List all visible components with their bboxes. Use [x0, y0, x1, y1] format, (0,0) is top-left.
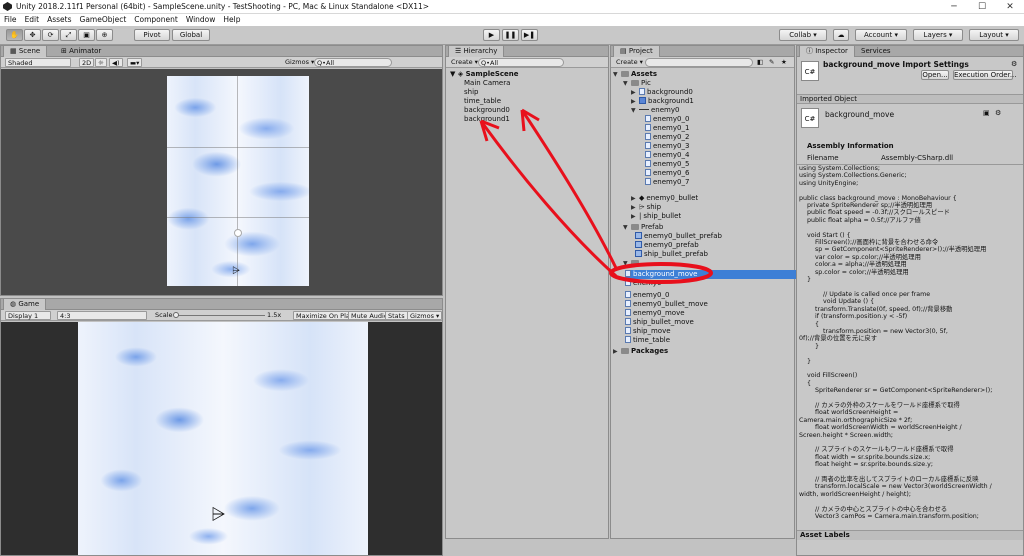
annotation-arrow-line	[520, 109, 618, 269]
annotation-circle	[609, 262, 713, 284]
annotation-overlay	[479, 108, 713, 284]
annotation-arrow-line	[479, 120, 617, 278]
